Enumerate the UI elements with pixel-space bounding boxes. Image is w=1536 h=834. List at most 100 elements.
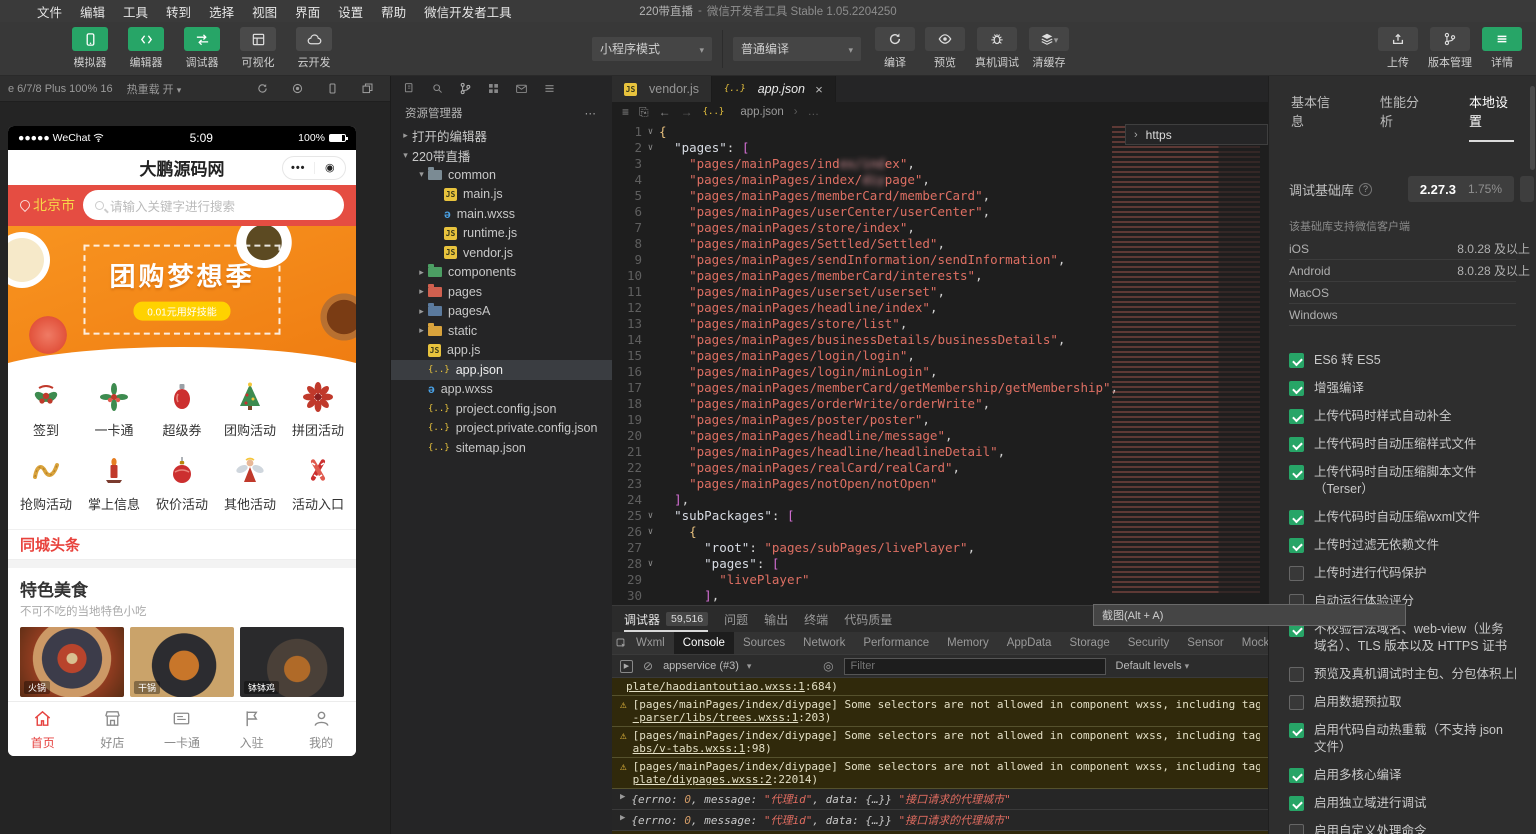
console-panel-tab-问题[interactable]: 问题 [724,606,748,632]
toolbar-button-模拟器[interactable]: 模拟器 [66,27,114,70]
food-image-火锅[interactable]: 火锅 [20,627,124,697]
tree-item-sitemap.json[interactable]: {..}sitemap.json [391,438,612,458]
minimap[interactable] [1112,126,1260,596]
menu-item-工具[interactable]: 工具 [114,2,157,21]
devtools-tab-Sources[interactable]: Sources [734,632,794,654]
grid-item-签到[interactable]: 签到 [12,375,80,449]
checkbox[interactable] [1289,465,1304,480]
tree-item-app.js[interactable]: JSapp.js [391,341,612,361]
checkbox[interactable] [1289,667,1304,682]
action-button-预览[interactable]: 预览 [925,27,965,70]
search-input[interactable]: 请输入关键字进行搜索 [83,190,344,220]
more-icon[interactable]: ••• [283,162,315,174]
menu-item-选择[interactable]: 选择 [200,2,243,21]
setting-row[interactable]: ES6 转 ES5 [1289,352,1516,369]
hot-reload-toggle[interactable]: 热重载 开 [127,81,182,97]
setting-row[interactable]: 启用代码自动热重载（不支持 json 文件） [1289,722,1516,756]
checkbox[interactable] [1289,510,1304,525]
more-actions-icon[interactable]: ⋯ [585,106,599,120]
mode-select[interactable]: 小程序模式 [592,37,712,61]
mail-icon[interactable] [515,82,528,95]
breadcrumb-file[interactable]: app.json [740,106,783,118]
action-button-编译[interactable]: 编译 [875,27,915,70]
tree-item-220带直播[interactable]: ▾220带直播 [391,146,612,166]
setting-row[interactable]: 上传时过滤无依赖文件 [1289,537,1516,554]
menu-item-帮助[interactable]: 帮助 [372,2,415,21]
toolbar-button-可视化[interactable]: 可视化 [234,27,282,70]
toolbar-button-调试器[interactable]: 调试器 [178,27,226,70]
checkbox[interactable] [1289,353,1304,368]
action-button-版本管理[interactable]: 版本管理 [1428,27,1472,70]
menu-item-界面[interactable]: 界面 [286,2,329,21]
setting-row[interactable]: 上传代码时自动压缩wxml文件 [1289,509,1516,526]
tab-一卡通[interactable]: 一卡通 [147,708,217,751]
bookmark-icon[interactable]: ⎘ [639,105,649,120]
devtools-tab-Console[interactable]: Console [674,632,734,654]
inspect-element-icon[interactable] [616,638,627,649]
tree-item-pages[interactable]: ▸pages [391,282,612,302]
setting-row[interactable]: 上传代码时自动压缩脚本文件（Terser） [1289,464,1516,498]
outline-icon[interactable]: ≡ [622,105,629,119]
grid-item-超级券[interactable]: 超级券 [148,375,216,449]
tree-item-project.private.config.json[interactable]: {..}project.private.config.json [391,419,612,439]
breadcrumb-more[interactable]: … [808,106,820,118]
tab-首页[interactable]: 首页 [8,708,78,751]
editor-tab-app.json[interactable]: {..}app.json× [712,76,836,102]
console-warning-row[interactable]: ⚠[pages/mainPages/index/diypage] Some se… [612,696,1268,727]
close-mini-icon[interactable]: ◉ [315,161,346,174]
grid-item-砍价活动[interactable]: 砍价活动 [148,449,216,523]
tree-item-main.wxss[interactable]: ǝmain.wxss [391,204,612,224]
checkbox[interactable] [1289,437,1304,452]
grid-item-抢购活动[interactable]: 抢购活动 [12,449,80,523]
action-button-清缓存[interactable]: 清缓存 [1029,27,1069,70]
grid-item-一卡通[interactable]: 一卡通 [80,375,148,449]
setting-row[interactable]: 上传代码时自动压缩样式文件 [1289,436,1516,453]
toolbar-button-云开发[interactable]: 云开发 [290,27,338,70]
devtools-tab-Memory[interactable]: Memory [938,632,998,654]
portrait-icon[interactable] [326,82,339,95]
grid-item-其他活动[interactable]: 其他活动 [216,449,284,523]
tree-item-app.json[interactable]: {..}app.json [391,360,612,380]
eval-icon[interactable]: ▶ [620,660,633,673]
context-select[interactable]: appservice (#3) [663,660,813,672]
console-panel-tab-代码质量[interactable]: 代码质量 [844,606,892,632]
fold-icon[interactable]: ∨ [642,556,659,572]
menu-item-转到[interactable]: 转到 [157,2,200,21]
settings-tab-本地设置[interactable]: 本地设置 [1469,92,1514,142]
branch-icon[interactable] [459,82,472,95]
find-widget[interactable]: › https [1125,124,1268,145]
grid-item-团购活动[interactable]: 团购活动 [216,375,284,449]
source-link[interactable]: -parser/libs/trees.wxss:1 [633,711,799,724]
setting-row[interactable]: 启用独立域进行调试 [1289,795,1516,812]
setting-row[interactable]: 不校验合法域名、web-view（业务域名）、TLS 版本以及 HTTPS 证书 [1289,621,1516,655]
menu-item-文件[interactable]: 文件 [28,2,71,21]
setting-row[interactable]: 启用多核心编译 [1289,767,1516,784]
tree-item-main.js[interactable]: JSmain.js [391,185,612,205]
expand-icon[interactable]: ▶ [620,812,625,823]
base-library-select[interactable]: 2.27.3 1.75% [1408,176,1514,202]
devtools-tab-Storage[interactable]: Storage [1060,632,1118,654]
clear-console-icon[interactable]: ⊘ [643,659,653,673]
checkbox[interactable] [1289,381,1304,396]
menu-item-视图[interactable]: 视图 [243,2,286,21]
source-link[interactable]: plate/haodiantoutiao.wxss:1 [626,680,805,693]
checkbox[interactable] [1289,538,1304,553]
refresh-icon[interactable] [256,82,269,95]
console-warning-row[interactable]: ⚠[pages/mainPages/index/diypage] Some se… [612,727,1268,758]
devtools-tab-Sensor[interactable]: Sensor [1178,632,1232,654]
console-log-row[interactable]: ▶{errno: 0, message: "代理id", data: {…}} … [612,789,1268,810]
files-icon[interactable] [403,82,416,95]
forward-arrow-icon[interactable]: → [681,105,693,119]
search-icon[interactable] [431,82,444,95]
checkbox[interactable] [1289,796,1304,811]
devtools-tab-AppData[interactable]: AppData [998,632,1061,654]
devtools-tab-Performance[interactable]: Performance [854,632,938,654]
tree-item-common[interactable]: ▾common [391,165,612,185]
checkbox[interactable] [1289,824,1304,834]
setting-row[interactable]: 上传代码时样式自动补全 [1289,408,1516,425]
tree-item-static[interactable]: ▸static [391,321,612,341]
console-panel-tab-调试器[interactable]: 调试器59,516 [624,606,708,632]
settings-tab-性能分析[interactable]: 性能分析 [1380,92,1425,142]
code-area[interactable]: 1∨{2∨ "pages": [3 "pages/mainPages/index… [612,122,1268,605]
devtools-tab-Security[interactable]: Security [1119,632,1179,654]
